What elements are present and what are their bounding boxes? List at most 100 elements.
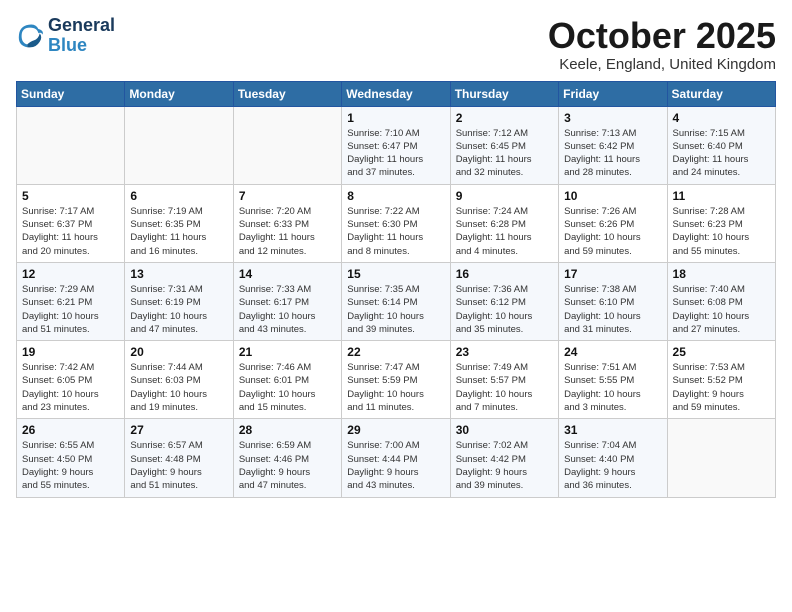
day-info: Sunrise: 7:15 AM Sunset: 6:40 PM Dayligh… [673, 127, 770, 180]
day-info: Sunrise: 7:42 AM Sunset: 6:05 PM Dayligh… [22, 361, 119, 414]
day-info: Sunrise: 6:59 AM Sunset: 4:46 PM Dayligh… [239, 439, 336, 492]
calendar-cell: 26 Sunrise: 6:55 AM Sunset: 4:50 PM Dayli… [17, 419, 125, 497]
calendar-cell: 17 Sunrise: 7:38 AM Sunset: 6:10 PM Dayli… [559, 262, 667, 340]
day-info: Sunrise: 7:04 AM Sunset: 4:40 PM Dayligh… [564, 439, 661, 492]
day-number: 3 [564, 111, 661, 125]
day-number: 7 [239, 189, 336, 203]
calendar-cell [233, 106, 341, 184]
day-number: 1 [347, 111, 444, 125]
calendar-cell [667, 419, 775, 497]
day-number: 18 [673, 267, 770, 281]
calendar-cell: 7 Sunrise: 7:20 AM Sunset: 6:33 PM Daylig… [233, 184, 341, 262]
day-number: 21 [239, 345, 336, 359]
day-number: 8 [347, 189, 444, 203]
calendar-cell [17, 106, 125, 184]
calendar-cell: 16Sunrise: 7:36 AM Sunset: 6:12 PM Dayli… [450, 262, 558, 340]
day-info: Sunrise: 7:53 AM Sunset: 5:52 PM Dayligh… [673, 361, 770, 414]
day-number: 25 [673, 345, 770, 359]
month-title: October 2025 [548, 16, 776, 56]
calendar-cell: 8 Sunrise: 7:22 AM Sunset: 6:30 PM Daylig… [342, 184, 450, 262]
day-number: 17 [564, 267, 661, 281]
day-number: 23 [456, 345, 553, 359]
calendar-cell: 9Sunrise: 7:24 AM Sunset: 6:28 PM Daylig… [450, 184, 558, 262]
day-info: Sunrise: 7:51 AM Sunset: 5:55 PM Dayligh… [564, 361, 661, 414]
day-number: 31 [564, 423, 661, 437]
calendar-cell: 13 Sunrise: 7:31 AM Sunset: 6:19 PM Dayli… [125, 262, 233, 340]
day-info: Sunrise: 7:29 AM Sunset: 6:21 PM Dayligh… [22, 283, 119, 336]
day-info: Sunrise: 7:17 AM Sunset: 6:37 PM Dayligh… [22, 205, 119, 258]
day-number: 30 [456, 423, 553, 437]
day-number: 27 [130, 423, 227, 437]
day-number: 16 [456, 267, 553, 281]
day-number: 13 [130, 267, 227, 281]
calendar-cell: 10 Sunrise: 7:26 AM Sunset: 6:26 PM Dayli… [559, 184, 667, 262]
day-number: 14 [239, 267, 336, 281]
day-number: 24 [564, 345, 661, 359]
day-info: Sunrise: 7:10 AM Sunset: 6:47 PM Dayligh… [347, 127, 444, 180]
day-info: Sunrise: 7:02 AM Sunset: 4:42 PM Dayligh… [456, 439, 553, 492]
weekday-header-thursday: Thursday [450, 81, 558, 106]
day-info: Sunrise: 7:22 AM Sunset: 6:30 PM Dayligh… [347, 205, 444, 258]
day-number: 11 [673, 189, 770, 203]
calendar-cell: 20Sunrise: 7:44 AM Sunset: 6:03 PM Dayli… [125, 341, 233, 419]
day-info: Sunrise: 7:46 AM Sunset: 6:01 PM Dayligh… [239, 361, 336, 414]
calendar-cell: 28Sunrise: 6:59 AM Sunset: 4:46 PM Dayli… [233, 419, 341, 497]
day-info: Sunrise: 7:26 AM Sunset: 6:26 PM Dayligh… [564, 205, 661, 258]
calendar-cell: 2 Sunrise: 7:12 AM Sunset: 6:45 PM Daylig… [450, 106, 558, 184]
calendar-cell: 5 Sunrise: 7:17 AM Sunset: 6:37 PM Daylig… [17, 184, 125, 262]
day-number: 2 [456, 111, 553, 125]
weekday-header-monday: Monday [125, 81, 233, 106]
day-info: Sunrise: 7:20 AM Sunset: 6:33 PM Dayligh… [239, 205, 336, 258]
weekday-header-wednesday: Wednesday [342, 81, 450, 106]
day-info: Sunrise: 7:13 AM Sunset: 6:42 PM Dayligh… [564, 127, 661, 180]
day-info: Sunrise: 7:33 AM Sunset: 6:17 PM Dayligh… [239, 283, 336, 336]
day-info: Sunrise: 7:19 AM Sunset: 6:35 PM Dayligh… [130, 205, 227, 258]
day-number: 4 [673, 111, 770, 125]
calendar-cell: 22Sunrise: 7:47 AM Sunset: 5:59 PM Dayli… [342, 341, 450, 419]
day-number: 12 [22, 267, 119, 281]
day-number: 5 [22, 189, 119, 203]
calendar-cell: 19 Sunrise: 7:42 AM Sunset: 6:05 PM Dayli… [17, 341, 125, 419]
week-row-2: 12 Sunrise: 7:29 AM Sunset: 6:21 PM Dayli… [17, 262, 776, 340]
week-row-4: 26 Sunrise: 6:55 AM Sunset: 4:50 PM Dayli… [17, 419, 776, 497]
calendar-cell: 6Sunrise: 7:19 AM Sunset: 6:35 PM Daylig… [125, 184, 233, 262]
location: Keele, England, United Kingdom [548, 56, 776, 73]
day-info: Sunrise: 7:38 AM Sunset: 6:10 PM Dayligh… [564, 283, 661, 336]
day-info: Sunrise: 7:49 AM Sunset: 5:57 PM Dayligh… [456, 361, 553, 414]
calendar-cell: 27Sunrise: 6:57 AM Sunset: 4:48 PM Dayli… [125, 419, 233, 497]
calendar-cell: 23 Sunrise: 7:49 AM Sunset: 5:57 PM Dayli… [450, 341, 558, 419]
calendar-cell: 11 Sunrise: 7:28 AM Sunset: 6:23 PM Dayli… [667, 184, 775, 262]
calendar-cell: 24 Sunrise: 7:51 AM Sunset: 5:55 PM Dayli… [559, 341, 667, 419]
calendar-cell: 18 Sunrise: 7:40 AM Sunset: 6:08 PM Dayli… [667, 262, 775, 340]
day-info: Sunrise: 7:31 AM Sunset: 6:19 PM Dayligh… [130, 283, 227, 336]
day-number: 26 [22, 423, 119, 437]
day-number: 19 [22, 345, 119, 359]
day-number: 20 [130, 345, 227, 359]
day-number: 10 [564, 189, 661, 203]
calendar-cell: 15Sunrise: 7:35 AM Sunset: 6:14 PM Dayli… [342, 262, 450, 340]
day-info: Sunrise: 7:24 AM Sunset: 6:28 PM Dayligh… [456, 205, 553, 258]
calendar-cell: 31 Sunrise: 7:04 AM Sunset: 4:40 PM Dayli… [559, 419, 667, 497]
day-info: Sunrise: 7:00 AM Sunset: 4:44 PM Dayligh… [347, 439, 444, 492]
day-info: Sunrise: 7:47 AM Sunset: 5:59 PM Dayligh… [347, 361, 444, 414]
weekday-header-tuesday: Tuesday [233, 81, 341, 106]
calendar-cell: 29Sunrise: 7:00 AM Sunset: 4:44 PM Dayli… [342, 419, 450, 497]
weekday-header-sunday: Sunday [17, 81, 125, 106]
logo-icon [16, 22, 44, 50]
weekday-header-friday: Friday [559, 81, 667, 106]
weekday-header-row: SundayMondayTuesdayWednesdayThursdayFrid… [17, 81, 776, 106]
calendar-cell: 12 Sunrise: 7:29 AM Sunset: 6:21 PM Dayli… [17, 262, 125, 340]
calendar-cell [125, 106, 233, 184]
day-info: Sunrise: 7:12 AM Sunset: 6:45 PM Dayligh… [456, 127, 553, 180]
calendar-cell: 30 Sunrise: 7:02 AM Sunset: 4:42 PM Dayli… [450, 419, 558, 497]
title-block: October 2025 Keele, England, United King… [548, 16, 776, 73]
week-row-0: 1 Sunrise: 7:10 AM Sunset: 6:47 PM Daylig… [17, 106, 776, 184]
calendar-cell: 25 Sunrise: 7:53 AM Sunset: 5:52 PM Dayli… [667, 341, 775, 419]
day-info: Sunrise: 7:28 AM Sunset: 6:23 PM Dayligh… [673, 205, 770, 258]
calendar-cell: 4 Sunrise: 7:15 AM Sunset: 6:40 PM Daylig… [667, 106, 775, 184]
week-row-3: 19 Sunrise: 7:42 AM Sunset: 6:05 PM Dayli… [17, 341, 776, 419]
weekday-header-saturday: Saturday [667, 81, 775, 106]
day-info: Sunrise: 7:40 AM Sunset: 6:08 PM Dayligh… [673, 283, 770, 336]
day-info: Sunrise: 6:55 AM Sunset: 4:50 PM Dayligh… [22, 439, 119, 492]
calendar-cell: 1 Sunrise: 7:10 AM Sunset: 6:47 PM Daylig… [342, 106, 450, 184]
